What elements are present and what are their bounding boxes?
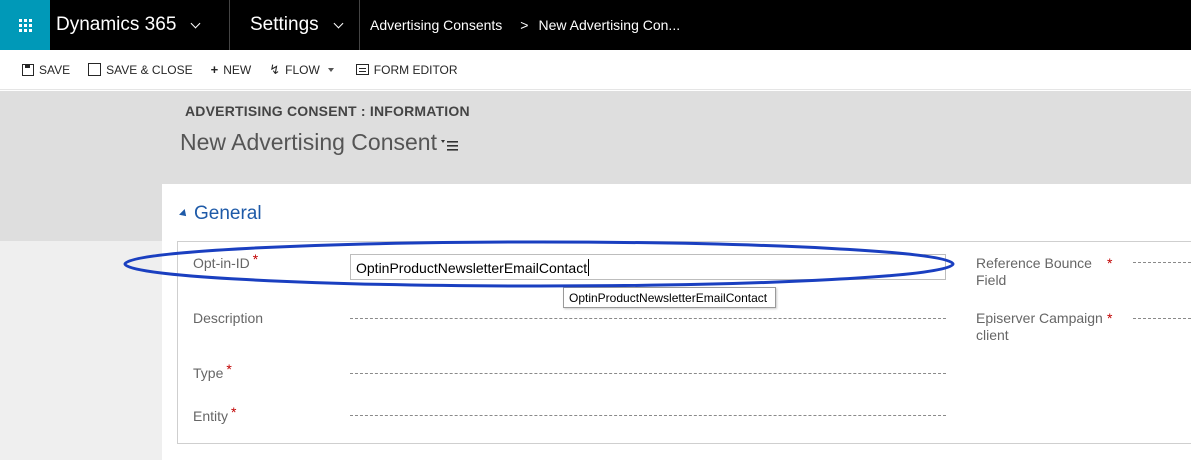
entity-field[interactable]	[350, 415, 946, 416]
collapse-triangle-icon	[179, 209, 189, 219]
required-marker: *	[231, 404, 237, 420]
flow-label: FLOW	[285, 62, 320, 77]
area-switcher[interactable]: Settings	[230, 0, 360, 50]
description-field[interactable]	[350, 318, 946, 319]
entity-label: Entity *	[193, 404, 236, 425]
command-bar: SAVE SAVE & CLOSE + NEW ↯ FLOW FORM EDIT…	[0, 50, 1191, 90]
section-title: General	[194, 203, 262, 224]
breadcrumb: Advertising Consents > New Advertising C…	[360, 17, 680, 33]
form-editor-label: FORM EDITOR	[373, 62, 458, 77]
form-selector-icon[interactable]	[441, 140, 459, 152]
save-close-button[interactable]: SAVE & CLOSE	[88, 62, 193, 77]
chevron-down-icon	[190, 18, 201, 28]
flow-button[interactable]: ↯ FLOW	[269, 62, 334, 78]
required-marker: *	[226, 361, 232, 377]
episerver-label-line2: client	[976, 327, 1009, 343]
description-label: Description	[193, 310, 263, 327]
required-marker: *	[1107, 255, 1113, 271]
highlight-ellipse	[123, 240, 955, 288]
section-general-toggle[interactable]: General	[179, 203, 262, 225]
entity-label-text: Entity	[193, 408, 229, 424]
app-switcher[interactable]: Dynamics 365	[50, 0, 230, 50]
save-label: SAVE	[39, 62, 71, 77]
app-launcher-button[interactable]	[0, 0, 50, 50]
page-title: New Advertising Consent	[180, 129, 437, 155]
save-close-icon	[88, 63, 102, 76]
type-label: Type *	[193, 361, 232, 382]
save-button[interactable]: SAVE	[22, 63, 70, 77]
type-label-text: Type	[193, 365, 224, 381]
breadcrumb-item-current[interactable]: New Advertising Con...	[538, 17, 680, 33]
flow-icon: ↯	[269, 61, 281, 77]
top-nav-bar: Dynamics 365 Settings Advertising Consen…	[0, 0, 1191, 50]
required-marker: *	[1107, 310, 1113, 326]
save-icon	[22, 63, 34, 76]
reference-bounce-field[interactable]	[1133, 262, 1191, 263]
reference-bounce-label-line2: Field	[976, 272, 1007, 288]
form-editor-button[interactable]: FORM EDITOR	[355, 62, 458, 77]
entity-form-label: ADVERTISING CONSENT : INFORMATION	[185, 103, 470, 119]
chevron-down-icon	[333, 18, 344, 28]
type-field[interactable]	[350, 373, 946, 374]
reference-bounce-field-label: Reference Bounce Field	[976, 255, 1096, 289]
save-close-label: SAVE & CLOSE	[106, 62, 193, 77]
waffle-icon	[18, 18, 32, 32]
episerver-campaign-client-label: Episerver Campaign client	[976, 310, 1106, 344]
new-label: NEW	[223, 62, 252, 77]
brand-name: Dynamics 365	[56, 14, 177, 35]
app-root: Dynamics 365 Settings Advertising Consen…	[0, 0, 1191, 460]
description-label-text: Description	[193, 310, 264, 326]
area-name: Settings	[250, 14, 319, 35]
caret-down-icon	[327, 67, 334, 72]
episerver-campaign-client-field[interactable]	[1133, 318, 1191, 319]
optin-id-tooltip: OptinProductNewsletterEmailContact	[563, 287, 776, 308]
new-button[interactable]: + NEW	[211, 63, 252, 77]
form-editor-icon	[355, 64, 369, 75]
plus-icon: +	[210, 61, 219, 77]
breadcrumb-item-advertising-consents[interactable]: Advertising Consents	[370, 17, 502, 33]
breadcrumb-separator: >	[520, 17, 529, 33]
reference-bounce-label-line1: Reference Bounce	[976, 255, 1092, 271]
episerver-label-line1: Episerver Campaign	[976, 310, 1103, 326]
